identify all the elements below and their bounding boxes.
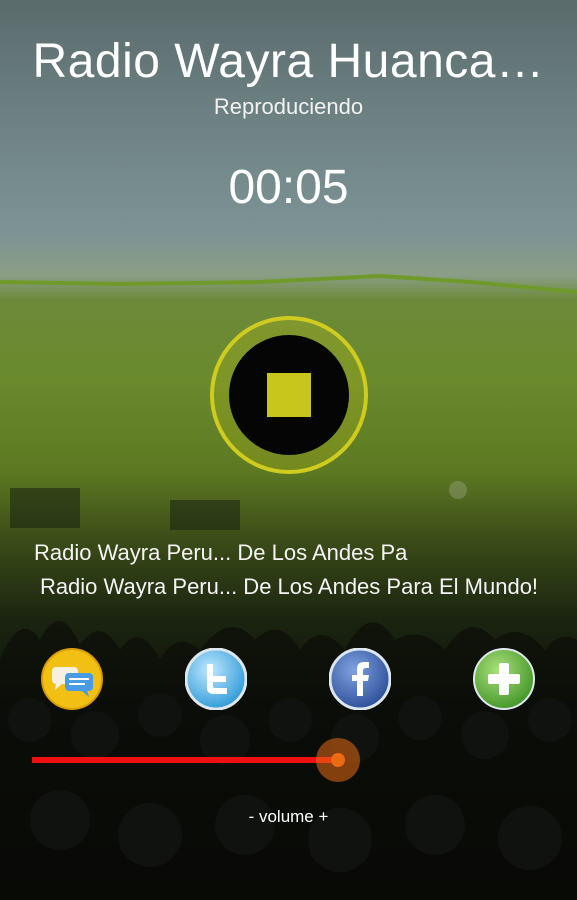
chat-button[interactable] [41, 648, 103, 710]
twitter-icon [185, 648, 247, 710]
playback-status: Reproduciendo [213, 94, 364, 119]
volume-slider-track[interactable] [32, 757, 338, 763]
volume-slider-thumb[interactable] [316, 738, 360, 782]
chat-icon [41, 648, 103, 710]
twitter-button[interactable] [185, 648, 247, 710]
stop-button-body [229, 335, 349, 455]
volume-label: - volume + [248, 807, 329, 826]
add-button[interactable] [473, 648, 535, 710]
now-playing-description: Radio Wayra Peru... De Los Andes Para El… [39, 574, 539, 599]
stop-button[interactable] [210, 316, 368, 474]
add-icon [473, 648, 535, 710]
volume-slider-thumb-core [331, 753, 345, 767]
facebook-icon [329, 648, 391, 710]
station-title: Radio Wayra Huanca… [32, 35, 545, 88]
elapsed-time: 00:05 [228, 161, 349, 214]
facebook-button[interactable] [329, 648, 391, 710]
now-playing-marquee: Radio Wayra Peru... De Los Andes Pa [34, 540, 408, 565]
stop-icon [267, 373, 311, 417]
